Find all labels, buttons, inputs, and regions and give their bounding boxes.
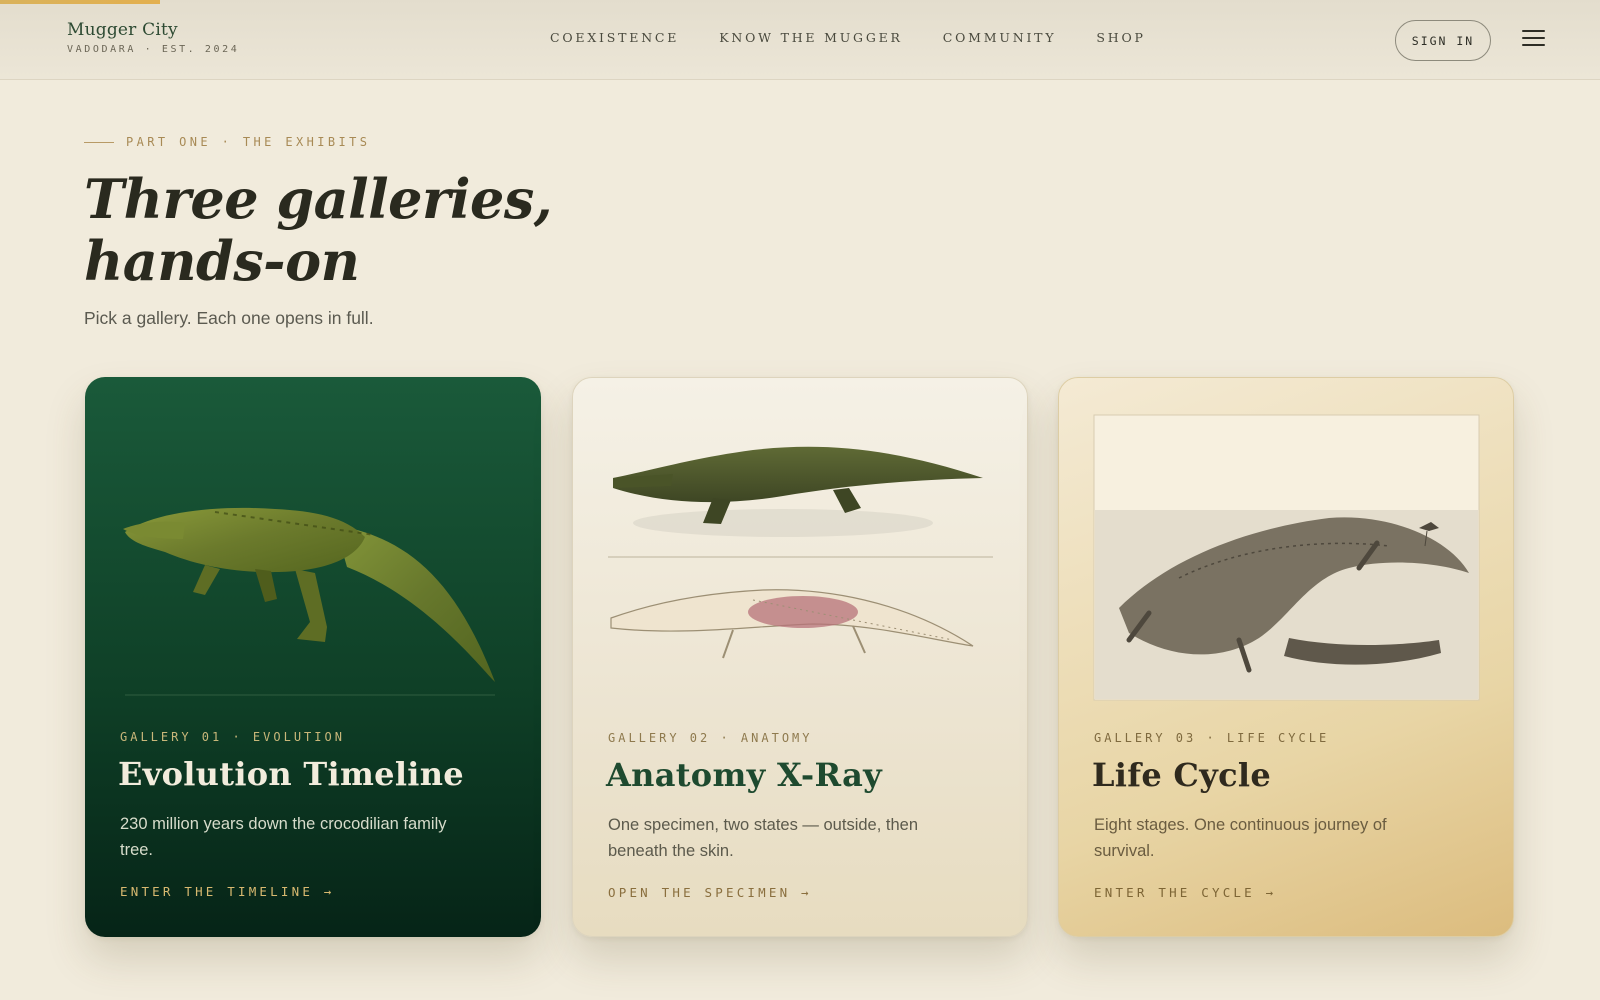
brand-name: Mugger City <box>67 20 178 40</box>
gallery-card-life-cycle[interactable]: GALLERY 03 · LIFE CYCLE Life Cycle Eight… <box>1058 377 1514 937</box>
gallery-card-evolution[interactable]: GALLERY 01 · EVOLUTION Evolution Timelin… <box>85 377 541 937</box>
ancient-crocodilian-illustration <box>123 507 495 696</box>
eyebrow-text: PART ONE · THE EXHIBITS <box>126 135 371 149</box>
section-eyebrow: PART ONE · THE EXHIBITS <box>84 135 370 149</box>
nav-link-coexistence[interactable]: COEXISTENCE <box>550 30 679 45</box>
gallery-meta: GALLERY 01 · EVOLUTION <box>120 730 345 744</box>
gallery-title: Evolution Timeline <box>118 755 464 793</box>
gallery-card-anatomy[interactable]: GALLERY 02 · ANATOMY Anatomy X-Ray One s… <box>572 377 1028 937</box>
enter-timeline-link[interactable]: ENTER THE TIMELINE → <box>120 884 335 899</box>
main-nav: COEXISTENCE KNOW THE MUGGER COMMUNITY SH… <box>550 30 1146 45</box>
nav-link-shop[interactable]: SHOP <box>1096 30 1145 45</box>
gallery-meta: GALLERY 03 · LIFE CYCLE <box>1094 731 1330 745</box>
sign-in-button[interactable]: SIGN IN <box>1395 20 1491 61</box>
gallery-title: Anatomy X-Ray <box>606 756 883 794</box>
crocodile-engraving-illustration <box>1093 414 1480 701</box>
nav-link-community[interactable]: COMMUNITY <box>943 30 1057 45</box>
scroll-progress-bar <box>0 0 1600 4</box>
gallery-description: One specimen, two states — outside, then… <box>608 816 918 860</box>
open-specimen-link[interactable]: OPEN THE SPECIMEN → <box>608 885 812 900</box>
gallery-title: Life Cycle <box>1092 756 1271 794</box>
scroll-progress-fill <box>0 0 160 4</box>
section-subtitle: Pick a gallery. Each one opens in full. <box>84 308 374 328</box>
hamburger-icon[interactable] <box>1522 30 1546 50</box>
enter-cycle-link[interactable]: ENTER THE CYCLE → <box>1094 885 1276 900</box>
page-title: Three galleries, hands-on <box>84 167 553 293</box>
eyebrow-rule <box>84 141 114 143</box>
crocodile-and-skeleton-illustration <box>608 446 993 659</box>
gallery-description: 230 million years down the crocodilian f… <box>120 815 447 859</box>
brand-tagline: VADODARA · EST. 2024 <box>67 44 240 55</box>
nav-link-know-the-mugger[interactable]: KNOW THE MUGGER <box>719 30 903 45</box>
site-header: Mugger City VADODARA · EST. 2024 COEXIST… <box>0 0 1600 80</box>
brand[interactable]: Mugger City VADODARA · EST. 2024 <box>67 20 239 55</box>
gallery-meta: GALLERY 02 · ANATOMY <box>608 731 813 745</box>
gallery-description: Eight stages. One continuous journey of … <box>1094 816 1387 860</box>
